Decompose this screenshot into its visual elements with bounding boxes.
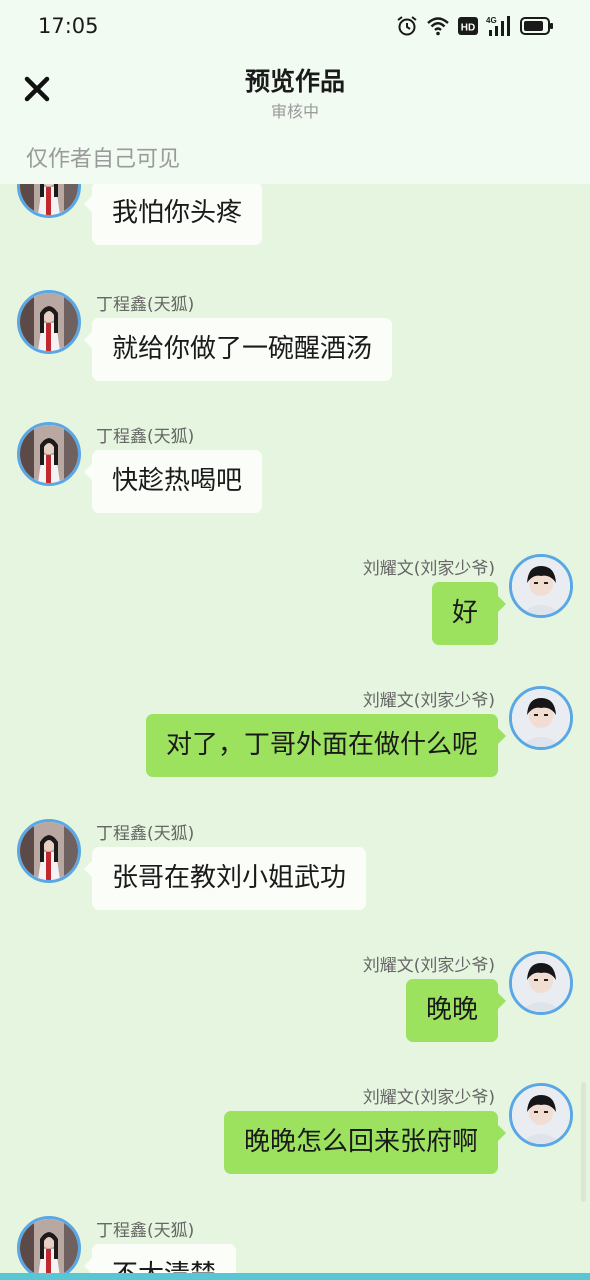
- page-title: 预览作品: [244, 67, 345, 96]
- message-bubble[interactable]: 不太清楚: [83, 1244, 237, 1274]
- hd-label: HD: [461, 23, 475, 34]
- avatar-liu-yaowen[interactable]: [509, 554, 573, 618]
- avatar-ding-chengxin[interactable]: [17, 290, 81, 354]
- 4g-signal-icon: 4G: [486, 16, 510, 36]
- message-bubble[interactable]: 晚晚: [405, 979, 507, 1042]
- bottom-strip: [0, 1273, 590, 1280]
- status-icons: HD 4G: [396, 14, 554, 38]
- avatar-ding-chengxin[interactable]: [17, 819, 81, 883]
- avatar-image: [20, 1219, 78, 1274]
- sender-name: 刘耀文(刘家少爷): [362, 559, 495, 579]
- alarm-icon: [397, 16, 417, 36]
- avatar-image: [512, 954, 570, 1012]
- sender-name: 刘耀文(刘家少爷): [362, 691, 495, 711]
- sender-name: 丁程鑫(天狐): [96, 824, 195, 844]
- avatar-image: [20, 425, 78, 483]
- sender-name: 刘耀文(刘家少爷): [362, 956, 495, 976]
- hd-icon: HD: [458, 17, 478, 35]
- sender-name: 丁程鑫(天狐): [96, 1221, 195, 1241]
- avatar-image: [512, 1086, 570, 1144]
- avatar-ding-chengxin[interactable]: [17, 422, 81, 486]
- sender-name: 刘耀文(刘家少爷): [362, 1088, 495, 1108]
- avatar-image: [20, 822, 78, 880]
- avatar-ding-chengxin[interactable]: [17, 1216, 81, 1274]
- chat-area[interactable]: 我怕你头疼 丁程鑫(天狐) 就给你做了一碗醒酒汤 丁程鑫(天狐) 快趁热喝吧 刘…: [0, 184, 590, 1274]
- message-bubble[interactable]: 对了，丁哥外面在做什么呢: [145, 714, 507, 777]
- wifi-icon: [427, 17, 449, 36]
- message-bubble[interactable]: 晚晚怎么回来张府啊: [223, 1111, 507, 1174]
- status-time: 17:05: [38, 14, 99, 38]
- avatar-liu-yaowen[interactable]: [509, 686, 573, 750]
- message-bubble[interactable]: 就给你做了一碗醒酒汤: [83, 318, 393, 381]
- review-status: 审核中: [270, 102, 319, 121]
- status-bar: 17:05 HD 4G: [0, 0, 590, 52]
- avatar-ding-chengxin[interactable]: [17, 184, 81, 218]
- message-bubble[interactable]: 好: [431, 582, 507, 645]
- avatar-image: [512, 689, 570, 747]
- avatar-liu-yaowen[interactable]: [509, 951, 573, 1015]
- avatar-image: [512, 557, 570, 615]
- chat-scrollbar[interactable]: [581, 1082, 586, 1202]
- network-label: 4G: [486, 16, 497, 25]
- battery-icon: [520, 17, 553, 35]
- message-bubble[interactable]: 我怕你头疼: [83, 184, 263, 245]
- visibility-note: 仅作者自己可见: [26, 147, 181, 172]
- avatar-image: [20, 184, 78, 215]
- avatar-liu-yaowen[interactable]: [509, 1083, 573, 1147]
- sender-name: 丁程鑫(天狐): [96, 295, 195, 315]
- avatar-image: [20, 293, 78, 351]
- sender-name: 丁程鑫(天狐): [96, 427, 195, 447]
- message-bubble[interactable]: 快趁热喝吧: [83, 450, 263, 513]
- message-bubble[interactable]: 张哥在教刘小姐武功: [83, 847, 367, 910]
- header: 17:05 HD 4G 预览作品 审核中 仅作者自己可见: [0, 0, 590, 184]
